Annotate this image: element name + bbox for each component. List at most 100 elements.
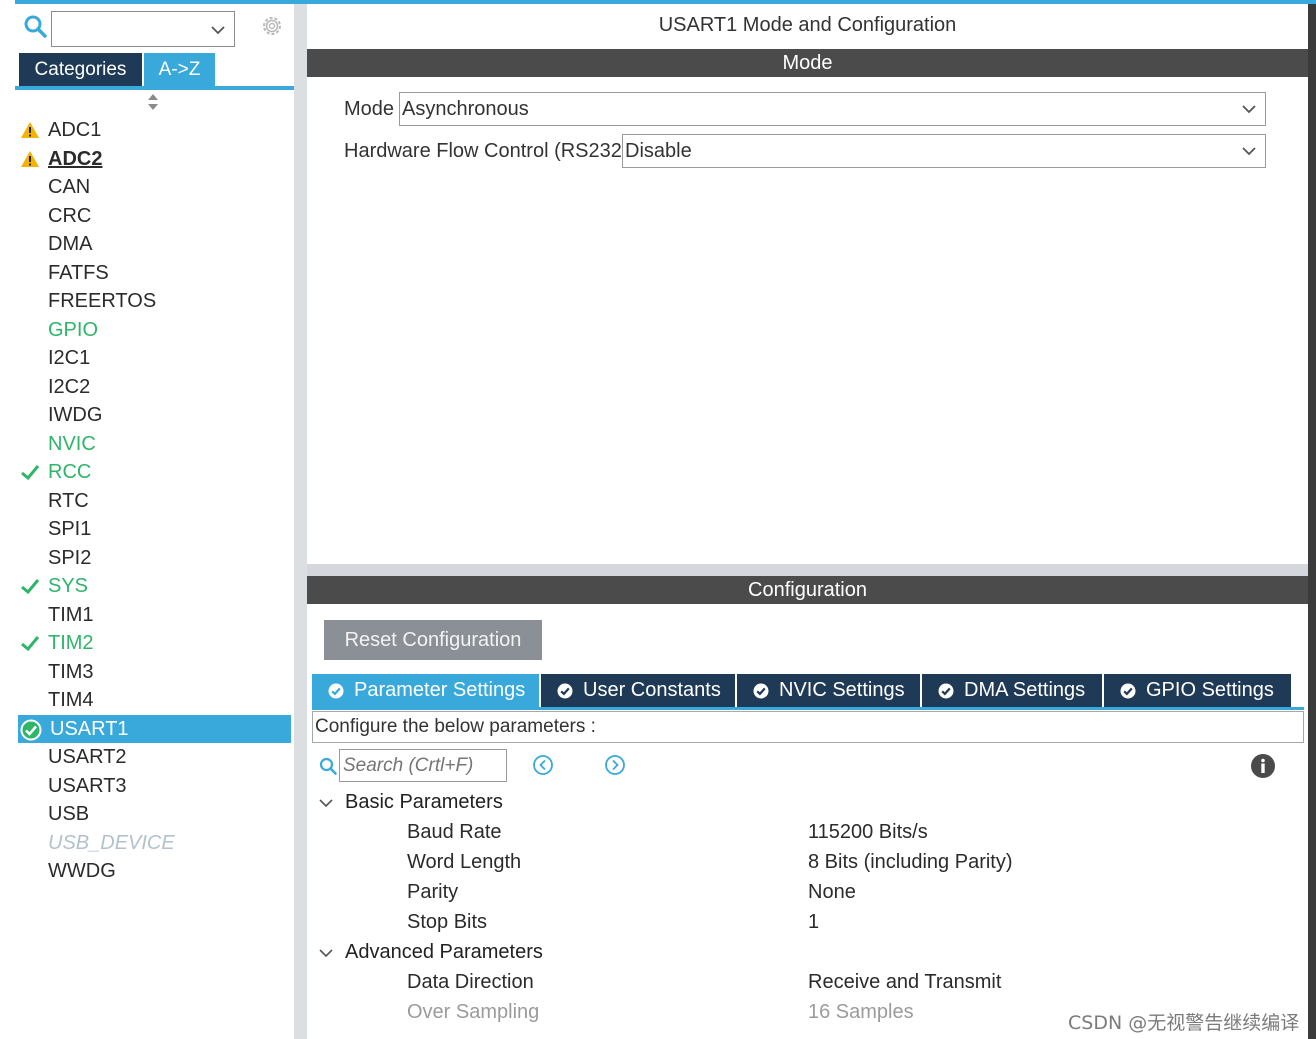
search-icon[interactable] — [319, 757, 337, 775]
tab-label: GPIO Settings — [1146, 679, 1274, 701]
peripheral-list: ADC1 ADC2 CAN CRC DMA FATFS FREERTOS GPIO I2C1 I2… — [15, 116, 294, 886]
sidebar-item-label: TIM3 — [48, 660, 94, 683]
parameter-value[interactable]: 115200 Bits/s — [808, 817, 928, 847]
sidebar-item-wwdg[interactable]: WWDG — [15, 857, 294, 886]
parameter-name: Parity — [407, 881, 459, 903]
sidebar-item-usart1[interactable]: USART1 — [18, 714, 291, 743]
sidebar-item-tim4[interactable]: TIM4 — [15, 686, 294, 715]
watermark: CSDN @无视警告继续编译 — [1068, 1012, 1300, 1034]
sidebar-item-dma[interactable]: DMA — [15, 230, 294, 259]
parameter-value[interactable]: Receive and Transmit — [808, 967, 1001, 997]
mode-select[interactable]: Asynchronous — [399, 92, 1266, 126]
advanced-parameters-label: Advanced Parameters — [345, 941, 543, 963]
warning-icon — [21, 150, 39, 167]
sidebar-item-i2c1[interactable]: I2C1 — [15, 344, 294, 373]
page-title: USART1 Mode and Configuration — [658, 14, 957, 36]
configuration-header: Configuration — [307, 576, 1308, 604]
previous-result-icon[interactable] — [532, 754, 554, 776]
sidebar-item-label: USB — [48, 803, 90, 825]
sidebar-item-usb[interactable]: USB — [15, 800, 294, 829]
check-circle-icon — [20, 719, 42, 740]
next-result-icon[interactable] — [604, 754, 626, 776]
warning-icon — [21, 122, 39, 138]
tab-gpio-settings[interactable]: GPIO Settings — [1104, 674, 1291, 707]
sidebar-item-rcc[interactable]: RCC — [15, 458, 294, 487]
sidebar-item-freertos[interactable]: FREERTOS — [15, 287, 294, 316]
sidebar-item-rtc[interactable]: RTC — [15, 487, 294, 516]
sidebar-item-label: IWDG — [48, 404, 103, 426]
reset-configuration-button[interactable]: Reset Configuration — [324, 620, 542, 660]
search-icon[interactable] — [23, 14, 47, 38]
parameter-row-baud-rate[interactable]: Baud Rate 115200 Bits/s — [307, 817, 1308, 847]
sidebar-item-fatfs[interactable]: FATFS — [15, 259, 294, 288]
tab-categories[interactable]: Categories — [19, 53, 142, 86]
check-icon — [21, 579, 40, 595]
flow-control-value: Disable — [625, 140, 692, 162]
gear-icon[interactable] — [259, 13, 285, 39]
sidebar-item-adc2[interactable]: ADC2 — [15, 145, 294, 174]
sidebar-item-label: TIM2 — [48, 632, 94, 654]
sidebar-item-spi2[interactable]: SPI2 — [15, 544, 294, 573]
parameter-search-input[interactable] — [339, 749, 507, 782]
sidebar-item-label: ADC1 — [48, 119, 102, 141]
parameter-value[interactable]: 1 — [808, 907, 819, 937]
parameter-value[interactable]: 8 Bits (including Parity) — [808, 847, 1013, 877]
config-description: Configure the below parameters : — [312, 711, 1304, 743]
chevron-down-icon[interactable] — [1241, 101, 1257, 117]
sidebar-item-label: CRC — [48, 204, 92, 227]
parameter-value[interactable]: None — [808, 877, 856, 907]
sidebar-item-tim3[interactable]: TIM3 — [15, 658, 294, 687]
advanced-parameters-group[interactable]: Advanced Parameters — [317, 941, 543, 964]
sidebar-item-label: RTC — [48, 489, 89, 512]
tab-a-to-z[interactable]: A->Z — [144, 53, 215, 86]
sidebar-item-label: TIM1 — [48, 603, 94, 626]
config-tabs-underline — [312, 707, 1304, 710]
tab-nvic-settings[interactable]: NVIC Settings — [737, 674, 920, 707]
parameter-row-stop-bits[interactable]: Stop Bits 1 — [307, 907, 1308, 937]
sidebar-item-label: NVIC — [48, 432, 96, 455]
sidebar-item-tim2[interactable]: TIM2 — [15, 629, 294, 658]
tab-user-constants[interactable]: User Constants — [541, 674, 735, 707]
panel-splitter[interactable] — [294, 4, 307, 1039]
tab-underline — [15, 86, 294, 90]
config-tabs: Parameter Settings User Constants NVIC Set… — [312, 674, 1293, 707]
chevron-down-icon[interactable] — [317, 944, 335, 962]
tab-dma-settings[interactable]: DMA Settings — [922, 674, 1102, 707]
flow-control-select[interactable]: Disable — [622, 134, 1266, 168]
info-icon[interactable] — [1250, 753, 1276, 779]
sidebar-item-usart2[interactable]: USART2 — [15, 743, 294, 772]
sidebar-item-label: USART3 — [48, 774, 127, 797]
parameter-value[interactable]: 16 Samples — [808, 997, 914, 1027]
sidebar-item-nvic[interactable]: NVIC — [15, 430, 294, 459]
chevron-down-icon[interactable] — [210, 22, 226, 38]
sidebar-item-label: USB_DEVICE — [48, 831, 175, 854]
mode-label: Mode — [344, 98, 395, 120]
basic-parameters-group[interactable]: Basic Parameters — [317, 791, 503, 814]
parameter-row-parity[interactable]: Parity None — [307, 877, 1308, 907]
sidebar-item-gpio[interactable]: GPIO — [15, 316, 294, 345]
tab-parameter-settings[interactable]: Parameter Settings — [312, 674, 539, 707]
sidebar-item-adc1[interactable]: ADC1 — [15, 116, 294, 145]
check-circle-icon — [328, 683, 344, 698]
sidebar-item-can[interactable]: CAN — [15, 173, 294, 202]
sort-arrows-icon[interactable] — [146, 93, 160, 111]
sidebar-item-usart3[interactable]: USART3 — [15, 772, 294, 801]
sidebar-item-i2c2[interactable]: I2C2 — [15, 373, 294, 402]
window-edge — [1308, 4, 1316, 1039]
chevron-down-icon[interactable] — [1241, 143, 1257, 159]
sidebar-item-usb-device[interactable]: USB_DEVICE — [15, 829, 294, 858]
sidebar-item-sys[interactable]: SYS — [15, 572, 294, 601]
check-icon — [21, 636, 40, 652]
sidebar-item-label: I2C1 — [48, 347, 91, 369]
sidebar-item-crc[interactable]: CRC — [15, 202, 294, 231]
sidebar-item-tim1[interactable]: TIM1 — [15, 601, 294, 630]
check-icon — [21, 465, 40, 481]
section-splitter[interactable] — [307, 564, 1308, 576]
sidebar-item-iwdg[interactable]: IWDG — [15, 401, 294, 430]
sidebar-item-label: I2C2 — [48, 375, 91, 398]
parameter-row-data-direction[interactable]: Data Direction Receive and Transmit — [307, 967, 1308, 997]
peripheral-search-combo[interactable] — [51, 11, 235, 47]
chevron-down-icon[interactable] — [317, 794, 335, 812]
parameter-row-word-length[interactable]: Word Length 8 Bits (including Parity) — [307, 847, 1308, 877]
sidebar-item-spi1[interactable]: SPI1 — [15, 515, 294, 544]
